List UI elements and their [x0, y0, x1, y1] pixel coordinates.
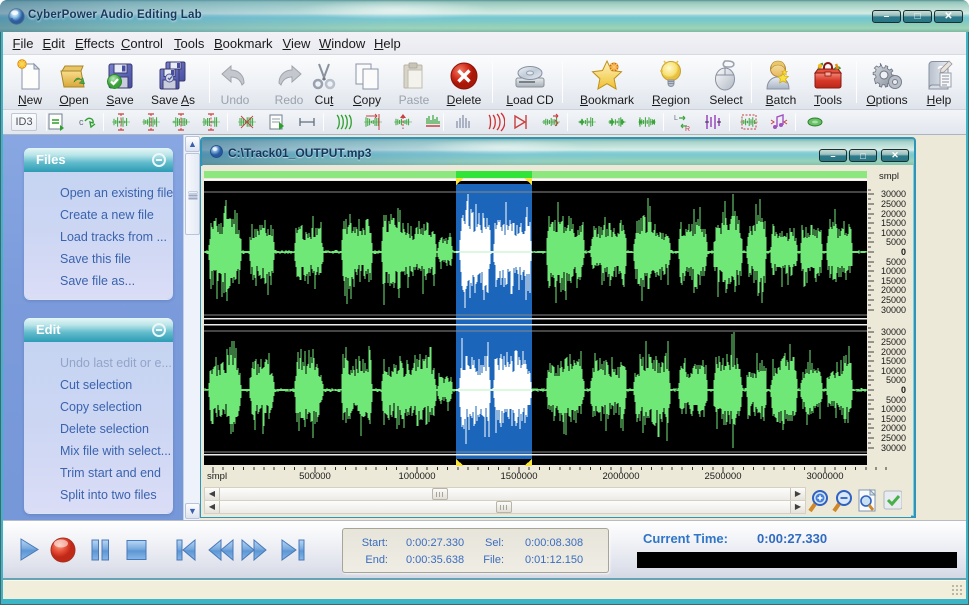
svg-text:smpl: smpl [879, 171, 899, 182]
svg-text:25000: 25000 [881, 433, 906, 443]
svg-text:30000: 30000 [881, 327, 906, 337]
svg-text:R: R [685, 126, 690, 132]
svg-text:0: 0 [901, 385, 906, 395]
svg-text:2000000: 2000000 [603, 471, 640, 482]
svg-text:10000: 10000 [881, 404, 906, 414]
svg-text:5000: 5000 [886, 375, 906, 385]
svg-text:smpl: smpl [207, 471, 227, 482]
svg-text:0: 0 [901, 247, 906, 257]
svg-text:25000: 25000 [881, 337, 906, 347]
svg-text:20000: 20000 [881, 285, 906, 295]
svg-text:c: c [79, 117, 84, 127]
svg-text:2500000: 2500000 [705, 471, 742, 482]
svg-text:15000: 15000 [881, 218, 906, 228]
svg-text:30000: 30000 [881, 189, 906, 199]
svg-text:1500000: 1500000 [501, 471, 538, 482]
svg-text:10000: 10000 [881, 266, 906, 276]
svg-text:25000: 25000 [881, 199, 906, 209]
svg-text:20000: 20000 [881, 423, 906, 433]
svg-text:30000: 30000 [881, 305, 906, 315]
svg-text:5000: 5000 [886, 237, 906, 247]
svg-text:25000: 25000 [881, 295, 906, 305]
svg-text:1000000: 1000000 [399, 471, 436, 482]
svg-text:500000: 500000 [299, 471, 331, 482]
svg-text:3000000: 3000000 [807, 471, 844, 482]
svg-text:L: L [674, 115, 678, 122]
svg-text:30000: 30000 [881, 443, 906, 453]
svg-text:15000: 15000 [881, 356, 906, 366]
